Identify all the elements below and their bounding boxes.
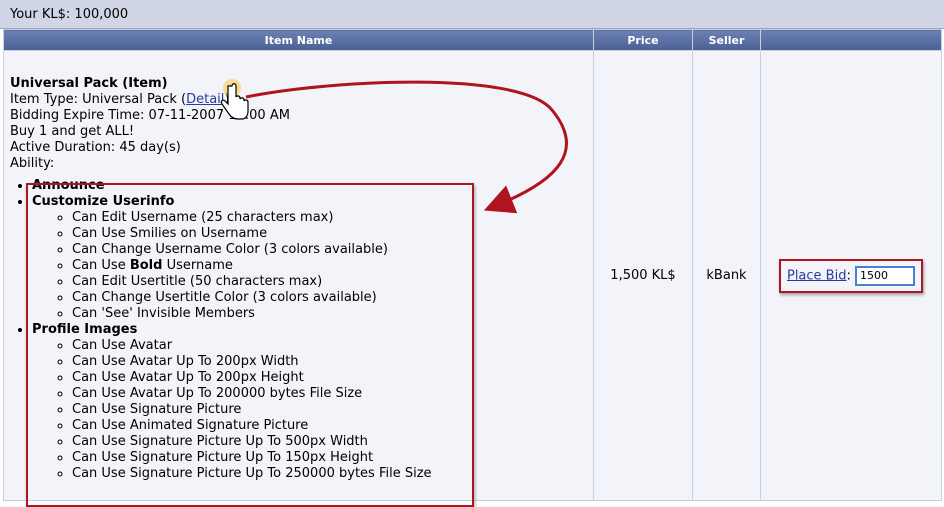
item-title: Universal Pack (Item) xyxy=(10,75,168,91)
item-type-prefix: Item Type: Universal Pack ( xyxy=(10,91,187,107)
header-item-name[interactable]: Item Name xyxy=(3,29,594,51)
balance-label: Your KL$: 100,000 xyxy=(10,7,129,22)
bid-amount-input[interactable] xyxy=(855,265,915,286)
table-row: Universal Pack (Item) Item Type: Univers… xyxy=(3,50,942,507)
balance-bar: Your KL$: 100,000 xyxy=(0,0,944,29)
bid-highlight-box: Place Bid: xyxy=(778,258,923,293)
table-header-row: Item Name Price Seller xyxy=(3,29,942,51)
item-duration: Active Duration: 45 day(s) xyxy=(10,139,181,155)
item-cell: Universal Pack (Item) Item Type: Univers… xyxy=(3,50,594,507)
item-description: Buy 1 and get ALL! xyxy=(10,123,135,139)
bid-colon: : xyxy=(846,268,851,283)
ability-label: Ability: xyxy=(10,155,55,171)
item-type: Item Type: Universal Pack (Detail) xyxy=(10,92,593,108)
auction-table: Item Name Price Seller Universal Pack (I… xyxy=(3,29,942,507)
item-expire: Bidding Expire Time: 07-11-2007 12:00 AM xyxy=(10,107,290,123)
bid-cell: Place Bid: xyxy=(760,50,942,501)
hand-pointer-icon xyxy=(220,79,249,120)
price-cell: 1,500 KL$ xyxy=(593,50,693,501)
header-bid xyxy=(760,29,942,51)
seller-cell: kBank xyxy=(692,50,761,501)
header-seller[interactable]: Seller xyxy=(692,29,761,51)
abilities-highlight-box xyxy=(26,183,474,507)
place-bid-link[interactable]: Place Bid xyxy=(787,268,846,283)
header-price[interactable]: Price xyxy=(593,29,693,51)
